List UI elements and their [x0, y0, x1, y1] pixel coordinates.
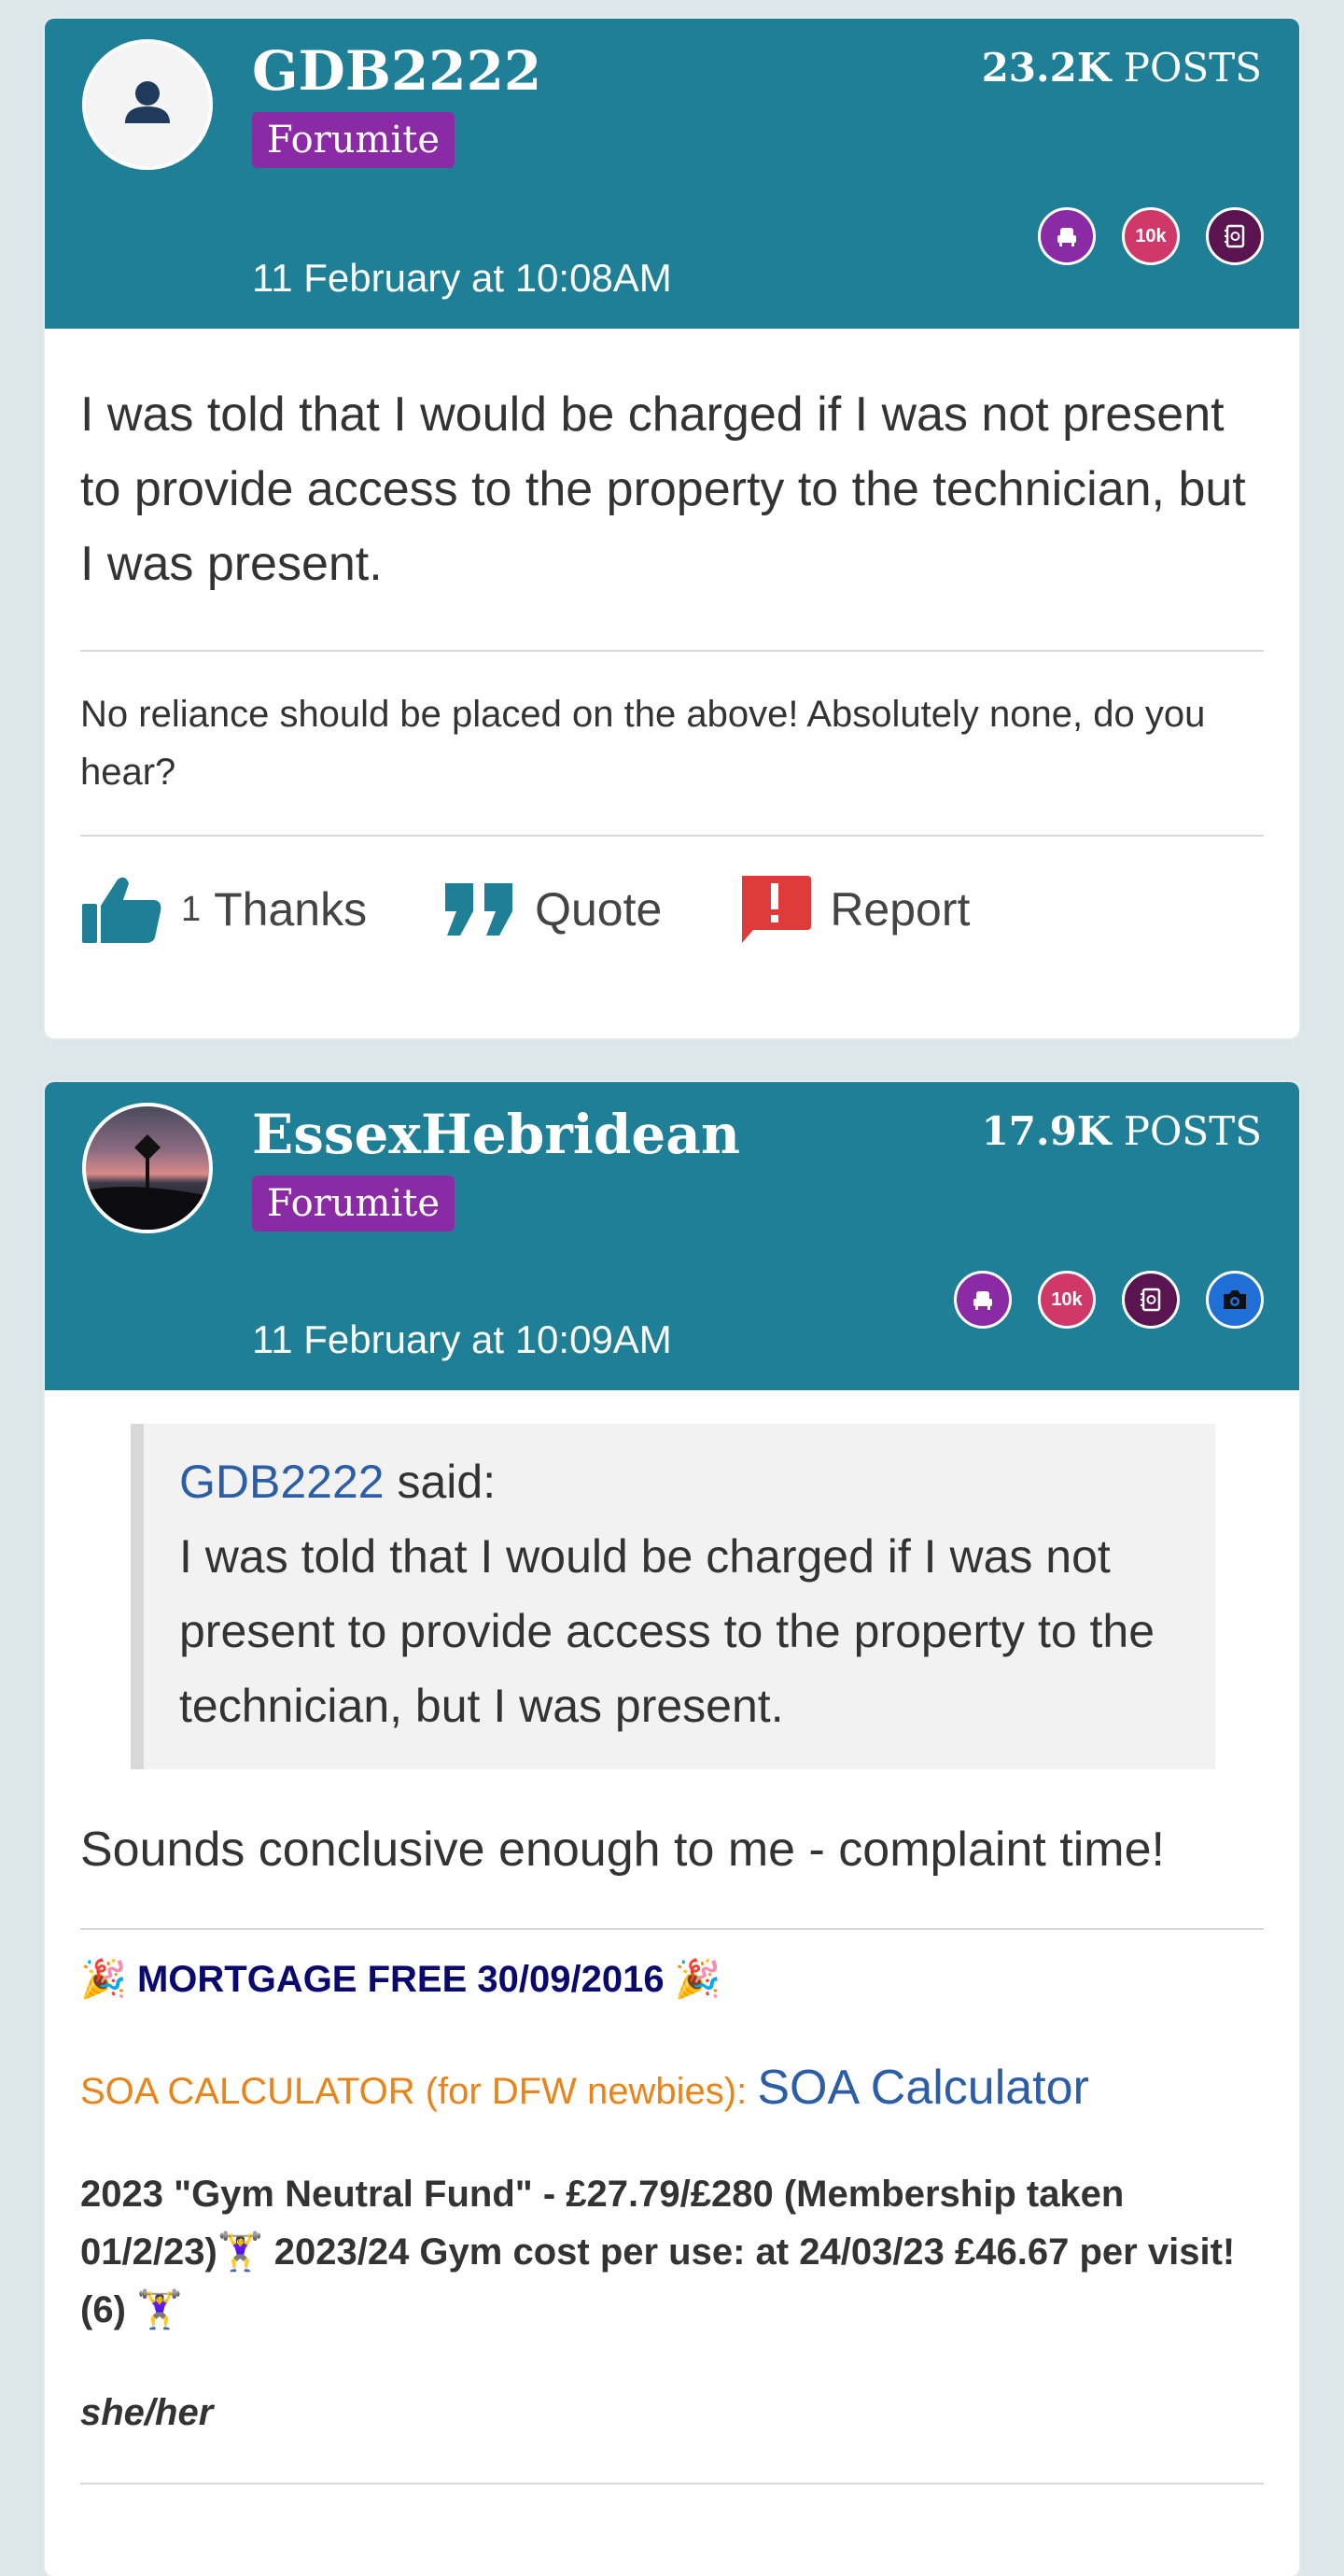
user-badges: 10k: [954, 1271, 1264, 1329]
camera-icon[interactable]: [1206, 1271, 1264, 1329]
quote-attribution: GDB2222 said:: [179, 1444, 1182, 1519]
post-header: EssexHebridean Forumite 17.9K POSTS 10k …: [45, 1082, 1299, 1390]
post-card: EssexHebridean Forumite 17.9K POSTS 10k …: [45, 1082, 1299, 2576]
soa-line: SOA CALCULATOR (for DFW newbies): SOA Ca…: [80, 2059, 1264, 2120]
armchair-icon[interactable]: [1038, 207, 1096, 265]
address-book-icon[interactable]: [1122, 1271, 1180, 1329]
role-badge: Forumite: [252, 112, 455, 168]
10k-badge[interactable]: 10k: [1038, 1271, 1096, 1329]
quote-block: GDB2222 said: I was told that I would be…: [131, 1424, 1215, 1769]
avatar[interactable]: [82, 39, 213, 170]
username[interactable]: EssexHebridean: [252, 1103, 740, 1166]
role-badge: Forumite: [252, 1175, 455, 1232]
thanks-label: Thanks: [214, 883, 368, 936]
post-actions: 1 Thanks Quote Report: [80, 874, 1264, 945]
post-count: 17.9K POSTS: [982, 1108, 1262, 1154]
divider: [80, 1928, 1264, 1930]
post-timestamp[interactable]: 11 February at 10:09AM: [252, 1317, 672, 1362]
thumbs-up-icon: [82, 877, 161, 943]
post-count: 23.2K POSTS: [982, 45, 1262, 91]
weightlifter-icon: 🏋️‍♀️: [136, 2288, 183, 2331]
divider: [80, 2483, 1264, 2485]
party-popper-icon: 🎉: [674, 1958, 721, 2001]
10k-badge[interactable]: 10k: [1122, 207, 1180, 265]
mortgage-free-line: 🎉 MORTGAGE FREE 30/09/2016 🎉: [80, 1950, 1264, 2008]
quote-label: Quote: [535, 883, 663, 936]
address-book-icon[interactable]: [1206, 207, 1264, 265]
armchair-icon[interactable]: [954, 1271, 1012, 1329]
signature: No reliance should be placed on the abov…: [80, 694, 1206, 793]
signature: 🎉 MORTGAGE FREE 30/09/2016 🎉 SOA CALCULA…: [80, 1950, 1264, 2442]
divider: [80, 650, 1264, 652]
post-card: GDB2222 Forumite 23.2K POSTS 10k 11 Febr…: [45, 19, 1299, 1038]
quote-text: I was told that I would be charged if I …: [179, 1530, 1155, 1732]
divider: [80, 835, 1264, 837]
post-timestamp[interactable]: 11 February at 10:08AM: [252, 256, 672, 301]
username[interactable]: GDB2222: [252, 39, 541, 103]
soa-label: SOA CALCULATOR (for DFW newbies):: [80, 2071, 748, 2112]
sunset-photo-icon: [86, 1134, 209, 1230]
quote-said: said:: [397, 1456, 497, 1508]
default-user-icon: [125, 81, 170, 123]
party-popper-icon: 🎉: [80, 1958, 127, 2001]
report-button[interactable]: Report: [738, 876, 970, 943]
mortgage-free-text: MORTGAGE FREE 30/09/2016: [136, 1959, 665, 2000]
quote-icon: [445, 883, 513, 936]
post-count-label: POSTS: [1123, 1108, 1262, 1154]
gym-fund-line: 2023 "Gym Neutral Fund" - £27.79/£280 (M…: [80, 2165, 1264, 2339]
quote-button[interactable]: Quote: [443, 882, 662, 936]
post-count-value: 23.2K: [981, 45, 1112, 91]
post-header: GDB2222 Forumite 23.2K POSTS 10k 11 Febr…: [45, 19, 1299, 329]
report-icon: [742, 876, 812, 943]
pronouns: she/her: [80, 2392, 214, 2433]
user-badges: 10k: [1038, 207, 1264, 265]
post-count-value: 17.9K: [981, 1108, 1112, 1154]
avatar[interactable]: [82, 1103, 213, 1233]
post-body: Sounds conclusive enough to me - complai…: [80, 1823, 1165, 1877]
quote-author-link[interactable]: GDB2222: [179, 1456, 385, 1508]
soa-calculator-link[interactable]: SOA Calculator: [757, 2061, 1089, 2115]
thanks-count: 1: [181, 889, 202, 929]
thanks-button[interactable]: 1 Thanks: [80, 874, 367, 945]
post-count-label: POSTS: [1123, 45, 1262, 91]
report-label: Report: [830, 883, 971, 936]
post-body: I was told that I would be charged if I …: [80, 387, 1246, 591]
weightlifter-icon: 🏋️‍♀️: [217, 2231, 264, 2273]
